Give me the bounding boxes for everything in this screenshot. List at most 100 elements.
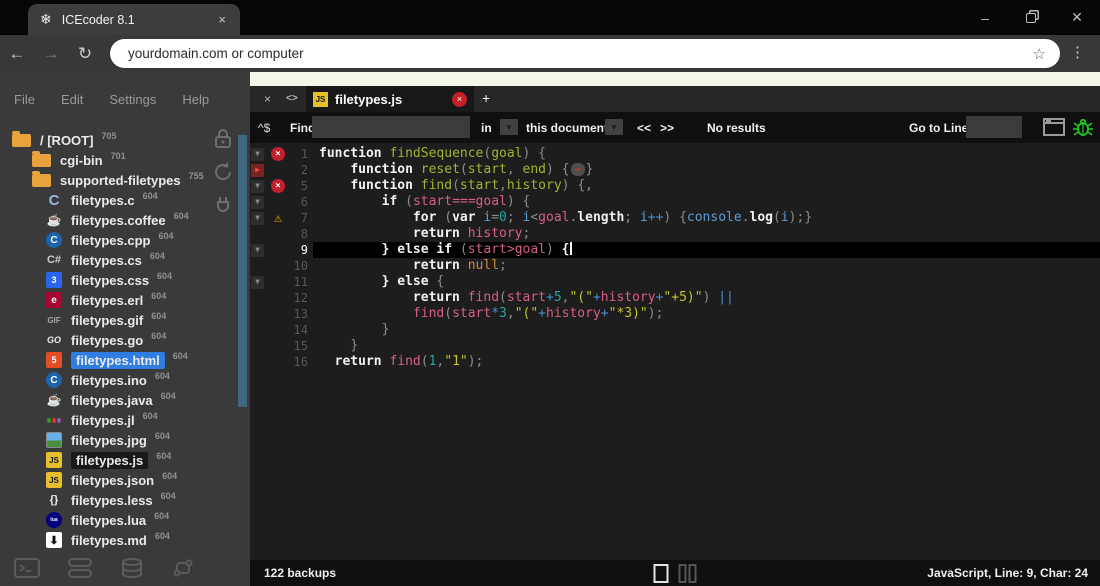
find-previous-button[interactable]: <<	[637, 121, 651, 135]
fold-gutter-cell[interactable]: ▼	[250, 194, 265, 210]
find-scope-dropdown-icon[interactable]: ▼	[605, 119, 623, 135]
fold-gutter-cell[interactable]	[250, 354, 265, 370]
back-icon[interactable]: ←	[0, 44, 34, 64]
browser-tab[interactable]: ❄ ICEcoder 8.1 ×	[28, 4, 240, 35]
tree-item-filetypes.jpg[interactable]: filetypes.jpg604	[0, 430, 234, 450]
tree-item-filetypes.coffee[interactable]: ☕filetypes.coffee604	[0, 210, 234, 230]
error-marker-icon[interactable]: ×	[271, 179, 285, 193]
menu-settings[interactable]: Settings	[109, 92, 156, 107]
window-minimize-button[interactable]: –	[962, 0, 1008, 35]
code-line-2[interactable]: ▶2 function reset(start, end) {↔}	[250, 162, 1100, 178]
tree-item-filetypes.css[interactable]: 3filetypes.css604	[0, 270, 234, 290]
fold-open-icon[interactable]: ▼	[251, 148, 264, 161]
fold-open-icon[interactable]: ▼	[251, 212, 264, 225]
find-next-button[interactable]: >>	[660, 121, 674, 135]
fold-open-icon[interactable]: ▼	[251, 276, 264, 289]
code-line-7[interactable]: ▼⚠7 for (var i=0; i<goal.length; i++) {c…	[250, 210, 1100, 226]
tree-item-filetypes.go[interactable]: GOfiletypes.go604	[0, 330, 234, 350]
plugin-icon[interactable]	[212, 194, 234, 216]
fold-gutter-cell[interactable]: ▶	[250, 162, 265, 178]
tree-item--root-[interactable]: / [ROOT]705	[0, 130, 234, 150]
tree-item-cgi-bin[interactable]: cgi-bin701	[0, 150, 234, 170]
code-line-15[interactable]: 15 }	[250, 338, 1100, 354]
layers-icon[interactable]	[67, 558, 93, 578]
sidebar-scrollbar[interactable]	[238, 135, 247, 407]
code-line-12[interactable]: 12 return find(start+5,"("+history+"+5)"…	[250, 290, 1100, 306]
preview-window-icon[interactable]	[1043, 118, 1065, 136]
new-tab-button[interactable]: +	[482, 90, 490, 106]
fold-gutter-cell[interactable]: ▼	[250, 242, 265, 258]
browser-tab-close-icon[interactable]: ×	[214, 12, 230, 27]
tree-item-filetypes.jl[interactable]: filetypes.jl604	[0, 410, 234, 430]
fold-open-icon[interactable]: ▼	[251, 180, 264, 193]
code-line-13[interactable]: 13 find(start*3,"("+history+"*3)");	[250, 306, 1100, 322]
terminal-icon[interactable]	[14, 558, 40, 578]
code-line-11[interactable]: ▼11 } else {	[250, 274, 1100, 290]
fold-gutter-cell[interactable]: ▼	[250, 178, 265, 194]
forward-icon[interactable]: →	[34, 44, 68, 64]
regex-toggle[interactable]: ^$	[258, 121, 270, 135]
fold-gutter-cell[interactable]: ▼	[250, 210, 265, 226]
code-line-16[interactable]: 16 return find(1,"1");	[250, 354, 1100, 370]
bug-icon[interactable]	[1072, 117, 1094, 137]
code-line-10[interactable]: 10 return null;	[250, 258, 1100, 274]
database-icon[interactable]	[120, 558, 144, 578]
tab-filetypes-js[interactable]: JS filetypes.js ×	[306, 86, 474, 112]
code-view-icon[interactable]: <>	[286, 93, 298, 104]
lock-icon[interactable]	[212, 128, 234, 150]
fold-collapsed-icon[interactable]: ▶	[251, 164, 264, 177]
find-input[interactable]	[312, 116, 470, 138]
url-text[interactable]: yourdomain.com or computer	[128, 46, 1033, 61]
refresh-icon[interactable]	[212, 161, 234, 183]
fold-open-icon[interactable]: ▼	[251, 244, 264, 257]
tree-item-filetypes.ino[interactable]: Cfiletypes.ino604	[0, 370, 234, 390]
code-line-1[interactable]: ▼×1function findSequence(goal) {	[250, 146, 1100, 162]
fold-gutter-cell[interactable]	[250, 322, 265, 338]
goto-line-input[interactable]	[966, 116, 1022, 138]
tree-item-filetypes.md[interactable]: ⬇filetypes.md604	[0, 530, 234, 550]
tree-item-filetypes.less[interactable]: {}filetypes.less604	[0, 490, 234, 510]
fold-gutter-cell[interactable]: ▼	[250, 146, 265, 162]
tree-item-filetypes.js[interactable]: JSfiletypes.js604	[0, 450, 234, 470]
tree-item-filetypes.java[interactable]: ☕filetypes.java604	[0, 390, 234, 410]
address-bar[interactable]: yourdomain.com or computer ☆	[110, 39, 1060, 68]
code-line-9[interactable]: ▼9 } else if (start>goal) {	[250, 242, 1100, 258]
code-line-5[interactable]: ▼×5 function find(start,history) {,	[250, 178, 1100, 194]
backups-status[interactable]: 122 backups	[264, 566, 336, 580]
tree-item-filetypes.gif[interactable]: GIFfiletypes.gif604	[0, 310, 234, 330]
error-marker-icon[interactable]: ×	[271, 147, 285, 161]
find-action-dropdown-icon[interactable]: ▼	[500, 119, 518, 135]
fold-gutter-cell[interactable]	[250, 338, 265, 354]
code-line-14[interactable]: 14 }	[250, 322, 1100, 338]
fold-gutter-cell[interactable]	[250, 226, 265, 242]
split-pane-icon[interactable]	[679, 564, 697, 583]
find-scope-value[interactable]: this document	[526, 121, 608, 135]
warning-marker-icon[interactable]: ⚠	[274, 212, 282, 225]
fold-gutter-cell[interactable]	[250, 306, 265, 322]
bookmark-star-icon[interactable]: ☆	[1033, 45, 1046, 63]
menu-edit[interactable]: Edit	[61, 92, 83, 107]
close-all-tabs-icon[interactable]: ×	[264, 92, 271, 106]
git-icon[interactable]	[171, 558, 195, 578]
tree-item-supported-filetypes[interactable]: supported-filetypes755	[0, 170, 234, 190]
menu-help[interactable]: Help	[182, 92, 209, 107]
reload-icon[interactable]: ↻	[68, 44, 102, 64]
tree-item-filetypes.cpp[interactable]: Cfiletypes.cpp604	[0, 230, 234, 250]
tree-item-filetypes.lua[interactable]: luafiletypes.lua604	[0, 510, 234, 530]
window-restore-button[interactable]	[1008, 0, 1054, 35]
tree-item-filetypes.cs[interactable]: C#filetypes.cs604	[0, 250, 234, 270]
code-line-6[interactable]: ▼6 if (start===goal) {	[250, 194, 1100, 210]
tree-item-filetypes.html[interactable]: 5filetypes.html604	[0, 350, 234, 370]
single-pane-icon[interactable]	[654, 564, 669, 583]
tab-close-icon[interactable]: ×	[452, 92, 467, 107]
fold-gutter-cell[interactable]	[250, 258, 265, 274]
code-line-8[interactable]: 8 return history;	[250, 226, 1100, 242]
tree-item-filetypes.c[interactable]: Cfiletypes.c604	[0, 190, 234, 210]
tree-item-filetypes.erl[interactable]: efiletypes.erl604	[0, 290, 234, 310]
code-editor[interactable]: ▼×1function findSequence(goal) {▶2 funct…	[250, 143, 1100, 560]
fold-gutter-cell[interactable]: ▼	[250, 274, 265, 290]
window-close-button[interactable]: ✕	[1054, 0, 1100, 35]
browser-menu-icon[interactable]: ⋮	[1070, 43, 1085, 61]
fold-open-icon[interactable]: ▼	[251, 196, 264, 209]
menu-file[interactable]: File	[14, 92, 35, 107]
